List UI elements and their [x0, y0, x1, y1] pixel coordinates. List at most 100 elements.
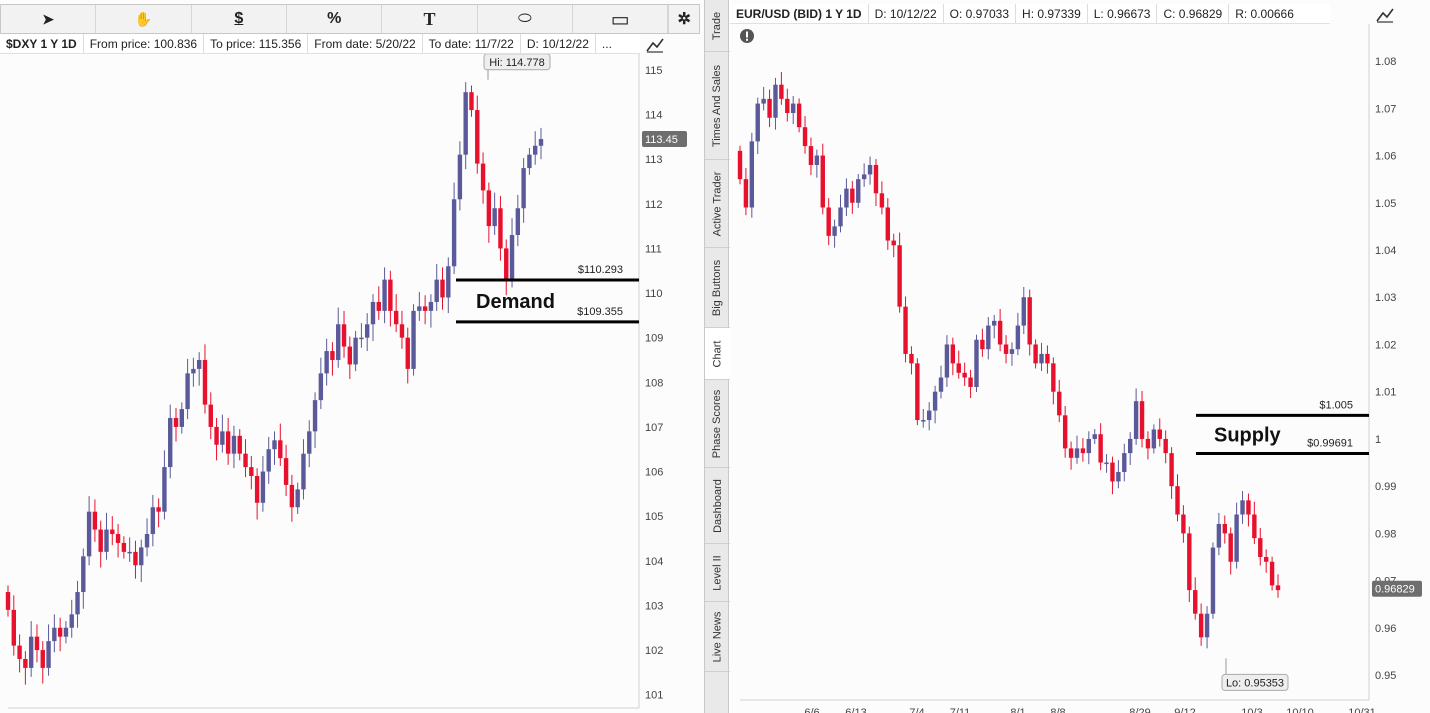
dollar-icon: $: [234, 10, 244, 27]
rectangle-tool-button[interactable]: ▭: [573, 5, 669, 33]
price-tick-label: 1.03: [1375, 292, 1396, 304]
dollar-tool-button[interactable]: $: [192, 5, 288, 33]
candle-body: [796, 103, 802, 128]
candle-body: [237, 435, 242, 454]
price-tick-label: 109: [645, 333, 663, 345]
eurusd-chart-panel: EUR/USD (BID) 1 Y 1D D: 10/12/22 O: 0.97…: [730, 0, 1430, 713]
percent-tool-button[interactable]: %: [287, 5, 383, 33]
candle-body: [359, 337, 364, 340]
settings-button[interactable]: ✲: [668, 5, 699, 33]
high-readout: H: 0.97339: [1016, 4, 1088, 23]
price-tick-label: 0.98: [1375, 528, 1396, 540]
candle-body: [388, 279, 393, 311]
tab-chart[interactable]: Chart: [705, 328, 730, 380]
tab-dashboard[interactable]: Dashboard: [705, 468, 730, 544]
chart-style-icon[interactable]: [1375, 6, 1395, 24]
zone-bottom-price-label: $0.99691: [1307, 438, 1353, 450]
tab-phase-scores[interactable]: Phase Scores: [705, 380, 730, 468]
price-tick-label: 108: [645, 377, 663, 389]
candle-body: [225, 431, 231, 454]
candle-body: [1074, 448, 1080, 458]
candle-body: [110, 529, 115, 535]
price-tick-label: 0.96: [1375, 623, 1396, 635]
rectangle-tool-icon: ▭: [610, 8, 630, 31]
price-tick-label: 101: [645, 690, 663, 702]
chart-style-icon[interactable]: [645, 36, 665, 54]
tab-label: Active Trader: [711, 171, 724, 236]
price-tick-label: 1: [1375, 434, 1381, 446]
candle-body: [278, 440, 283, 459]
price-tick-label: 1.02: [1375, 339, 1396, 351]
more-button[interactable]: ...: [596, 34, 618, 53]
price-tick-label: 110: [645, 288, 663, 300]
candle-body: [133, 551, 138, 566]
candle-body: [974, 339, 979, 387]
candle-body: [393, 310, 399, 325]
candle-body: [1068, 448, 1074, 458]
symbol-label[interactable]: $DXY 1 Y 1D: [0, 34, 84, 53]
candle-body: [179, 409, 185, 427]
candle-body: [938, 377, 944, 392]
pointer-tool-button[interactable]: ➤: [1, 5, 97, 33]
candle-body: [46, 641, 51, 668]
tab-big-buttons[interactable]: Big Buttons: [705, 248, 730, 328]
candle-body: [1163, 438, 1168, 454]
ellipse-tool-button[interactable]: ⬭: [478, 5, 574, 33]
candle-body: [515, 208, 521, 236]
candle-body: [897, 245, 902, 307]
text-tool-button[interactable]: T: [382, 5, 478, 33]
hand-tool-button[interactable]: ✋: [96, 5, 192, 33]
candle-body: [1228, 533, 1233, 562]
date-tick-label: 10/3: [1241, 707, 1262, 713]
candle-body: [469, 92, 474, 111]
candle-body: [341, 324, 347, 347]
dxy-candlestick-chart[interactable]: 101 102 103 104 105 106 107 108 109 110 111 112 113 1…: [0, 54, 704, 713]
candle-body: [838, 207, 843, 227]
drawing-toolbar: ➤ ✋ $ % T ⬭ ▭ ✲: [0, 4, 700, 34]
candle-body: [903, 306, 908, 354]
candle-body: [844, 188, 849, 208]
to-date: To date: 11/7/22: [423, 34, 521, 53]
tab-active-trader[interactable]: Active Trader: [705, 160, 730, 248]
candle-body: [814, 155, 820, 165]
dxy-info-bar: $DXY 1 Y 1D From price: 100.836 To price…: [0, 34, 640, 54]
candle-body: [1145, 438, 1151, 449]
candle-body: [1045, 353, 1050, 364]
candle-body: [63, 627, 69, 637]
candle-body: [434, 279, 439, 302]
tab-label: Phase Scores: [711, 389, 724, 458]
candle-body: [498, 208, 503, 249]
zone-top-price-label: $1.005: [1319, 399, 1353, 411]
price-tick-label: 112: [645, 199, 663, 211]
text-tool-icon: T: [423, 8, 436, 29]
candle-body: [1110, 462, 1115, 482]
candle-body: [832, 226, 837, 236]
candle-body: [1157, 429, 1162, 439]
candle-body: [208, 404, 213, 427]
candle-body: [139, 547, 144, 566]
candle-body: [1027, 297, 1032, 345]
candle-body: [1234, 514, 1239, 562]
candle-body: [173, 417, 179, 427]
tab-live-news[interactable]: Live News: [705, 602, 730, 672]
tab-trade[interactable]: Trade: [705, 0, 730, 52]
hand-icon: ✋: [134, 10, 153, 27]
price-tick-label: 107: [645, 422, 663, 434]
tab-times-and-sales[interactable]: Times And Sales: [705, 52, 730, 160]
candle-body: [411, 310, 416, 369]
candle-body: [980, 339, 985, 350]
tab-level-ii[interactable]: Level II: [705, 544, 730, 602]
symbol-label[interactable]: EUR/USD (BID) 1 Y 1D: [730, 4, 869, 23]
candle-body: [370, 301, 376, 325]
candle-body: [86, 511, 92, 557]
candle-body: [417, 306, 422, 311]
candle-body: [475, 110, 480, 164]
candle-body: [260, 471, 266, 503]
eurusd-candlestick-chart[interactable]: 0.950.960.970.980.9911.011.021.031.041.0…: [730, 24, 1430, 713]
candle-body: [1122, 453, 1127, 472]
candle-body: [1222, 523, 1227, 534]
candle-body: [891, 240, 896, 246]
date-readout: D: 10/12/22: [521, 34, 596, 53]
price-tick-label: 105: [645, 511, 663, 523]
candle-body: [214, 426, 219, 445]
